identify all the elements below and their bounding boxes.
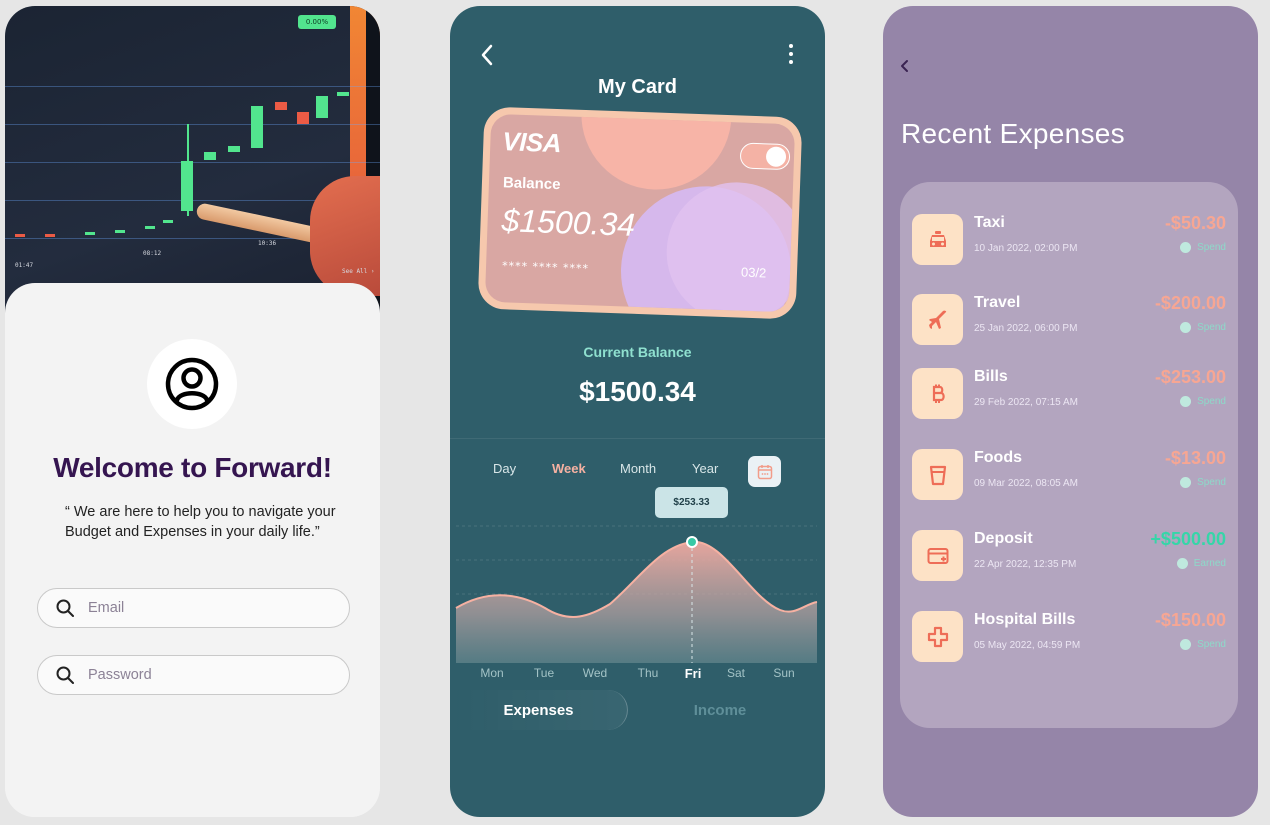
airplane-icon — [912, 294, 963, 345]
avatar — [147, 339, 237, 429]
tab-year[interactable]: Year — [692, 461, 718, 476]
expense-name: Deposit — [974, 530, 1033, 547]
expense-chart[interactable] — [450, 516, 825, 666]
chart-tick: See All › — [342, 268, 375, 275]
password-placeholder: Password — [88, 667, 152, 683]
taxi-icon — [912, 214, 963, 265]
expense-amount: -$253.00 — [1154, 367, 1226, 387]
day-label: Wed — [582, 666, 608, 680]
day-label: Tue — [533, 666, 555, 680]
tab-day[interactable]: Day — [493, 461, 516, 476]
list-item[interactable]: Deposit 22 Apr 2022, 12:35 PM +$500.00 E… — [912, 528, 1232, 584]
expense-amount: -$200.00 — [1154, 293, 1226, 313]
page-title: My Card — [598, 76, 677, 98]
chart-tooltip: $253.33 — [655, 487, 728, 518]
expense-name: Hospital Bills — [974, 611, 1076, 628]
expense-date: 10 Jan 2022, 02:00 PM — [974, 243, 1078, 254]
day-label-selected: Fri — [684, 666, 702, 681]
welcome-quote: “ We are here to help you to navigate yo… — [65, 504, 336, 540]
status-dot-icon — [1180, 322, 1192, 333]
status-dot-icon — [1180, 396, 1192, 407]
tab-month[interactable]: Month — [620, 461, 656, 476]
list-item[interactable]: Bills 29 Feb 2022, 07:15 AM -$253.00 Spe… — [912, 366, 1232, 422]
status-badge: Spend — [1180, 242, 1226, 253]
email-placeholder: Email — [88, 600, 125, 616]
day-label: Sun — [773, 666, 795, 680]
card-brand: VISA — [501, 126, 562, 159]
card-toggle[interactable] — [739, 142, 791, 171]
bitcoin-icon — [912, 368, 963, 419]
expense-amount: -$13.00 — [1164, 448, 1226, 468]
credit-card[interactable]: VISA Balance $1500.34 **** **** **** 03/… — [477, 106, 803, 320]
status-badge: Spend — [1180, 639, 1226, 650]
chart-tick: 01:47 — [15, 262, 34, 269]
card-balance-label: Balance — [502, 174, 561, 194]
tab-income[interactable]: Income — [640, 690, 800, 730]
expense-date: 09 Mar 2022, 08:05 AM — [974, 478, 1078, 489]
card-number: **** **** **** — [501, 259, 590, 276]
expense-amount: -$50.30 — [1164, 213, 1226, 233]
chart-point-selected — [686, 536, 698, 548]
expense-date: 29 Feb 2022, 07:15 AM — [974, 397, 1078, 408]
day-axis: Mon Tue Wed Thu Fri Sat Sun — [450, 666, 825, 682]
status-dot-icon — [1180, 477, 1192, 488]
trading-chart-photo: 0.00% 01:47 08:12 10:36 See All › — [5, 6, 380, 316]
tab-expenses[interactable]: Expenses — [450, 690, 628, 730]
back-button[interactable] — [480, 44, 494, 70]
expenses-screen: Recent Expenses Taxi 10 Jan 2022, 02:00 … — [883, 6, 1258, 817]
card-balance: $1500.34 — [501, 202, 636, 243]
expense-date: 25 Jan 2022, 06:00 PM — [974, 323, 1078, 334]
back-button[interactable] — [900, 58, 910, 77]
status-badge: Spend — [1180, 396, 1226, 407]
expense-name: Bills — [974, 368, 1008, 385]
search-icon — [56, 666, 74, 684]
chevron-left-icon — [901, 60, 908, 72]
price-badge: 0.00% — [298, 15, 336, 29]
expense-name: Travel — [974, 294, 1021, 311]
calendar-icon — [757, 464, 772, 479]
chevron-left-icon — [481, 44, 493, 66]
chart-tick: 08:12 — [143, 250, 162, 257]
status-dot-icon — [1180, 242, 1192, 253]
password-field[interactable]: Password — [37, 655, 350, 695]
expense-date: 22 Apr 2022, 12:35 PM — [974, 559, 1077, 570]
expense-name: Foods — [974, 449, 1022, 466]
status-badge: Earned — [1176, 558, 1226, 569]
current-balance: $1500.34 — [579, 376, 696, 407]
status-badge: Spend — [1180, 477, 1226, 488]
list-item[interactable]: Taxi 10 Jan 2022, 02:00 PM -$50.30 Spend — [912, 212, 1232, 268]
card-screen: My Card VISA Balance $1500.34 **** **** … — [450, 6, 825, 817]
tab-week[interactable]: Week — [552, 461, 586, 476]
search-icon — [56, 599, 74, 617]
day-label: Mon — [480, 666, 504, 680]
bottom-tabs: Expenses Income — [450, 690, 825, 730]
more-options-icon[interactable] — [788, 44, 794, 68]
page-title: Recent Expenses — [901, 118, 1125, 149]
day-label: Thu — [637, 666, 659, 680]
login-screen: 0.00% 01:47 08:12 10:36 See All › Welcom… — [5, 6, 380, 817]
expense-date: 05 May 2022, 04:59 PM — [974, 640, 1081, 651]
expense-amount: -$150.00 — [1154, 610, 1226, 630]
status-dot-icon — [1176, 558, 1188, 569]
email-field[interactable]: Email — [37, 588, 350, 628]
list-item[interactable]: Travel 25 Jan 2022, 06:00 PM -$200.00 Sp… — [912, 292, 1232, 348]
card-icon — [912, 530, 963, 581]
user-circle-icon — [165, 357, 219, 411]
card-expiry: 03/2 — [740, 264, 767, 281]
calendar-button[interactable] — [748, 456, 781, 487]
expense-amount: +$500.00 — [1150, 529, 1226, 549]
medical-cross-icon — [912, 611, 963, 662]
current-balance-label: Current Balance — [583, 344, 692, 360]
day-label: Sat — [726, 666, 746, 680]
list-item[interactable]: Foods 09 Mar 2022, 08:05 AM -$13.00 Spen… — [912, 447, 1232, 503]
cup-icon — [912, 449, 963, 500]
status-badge: Spend — [1180, 322, 1226, 333]
expenses-list: Taxi 10 Jan 2022, 02:00 PM -$50.30 Spend… — [900, 182, 1238, 728]
welcome-title: Welcome to Forward! — [53, 452, 332, 483]
expense-name: Taxi — [974, 214, 1005, 231]
list-item[interactable]: Hospital Bills 05 May 2022, 04:59 PM -$1… — [912, 609, 1232, 665]
chart-tick: 10:36 — [258, 240, 277, 247]
status-dot-icon — [1180, 639, 1192, 650]
